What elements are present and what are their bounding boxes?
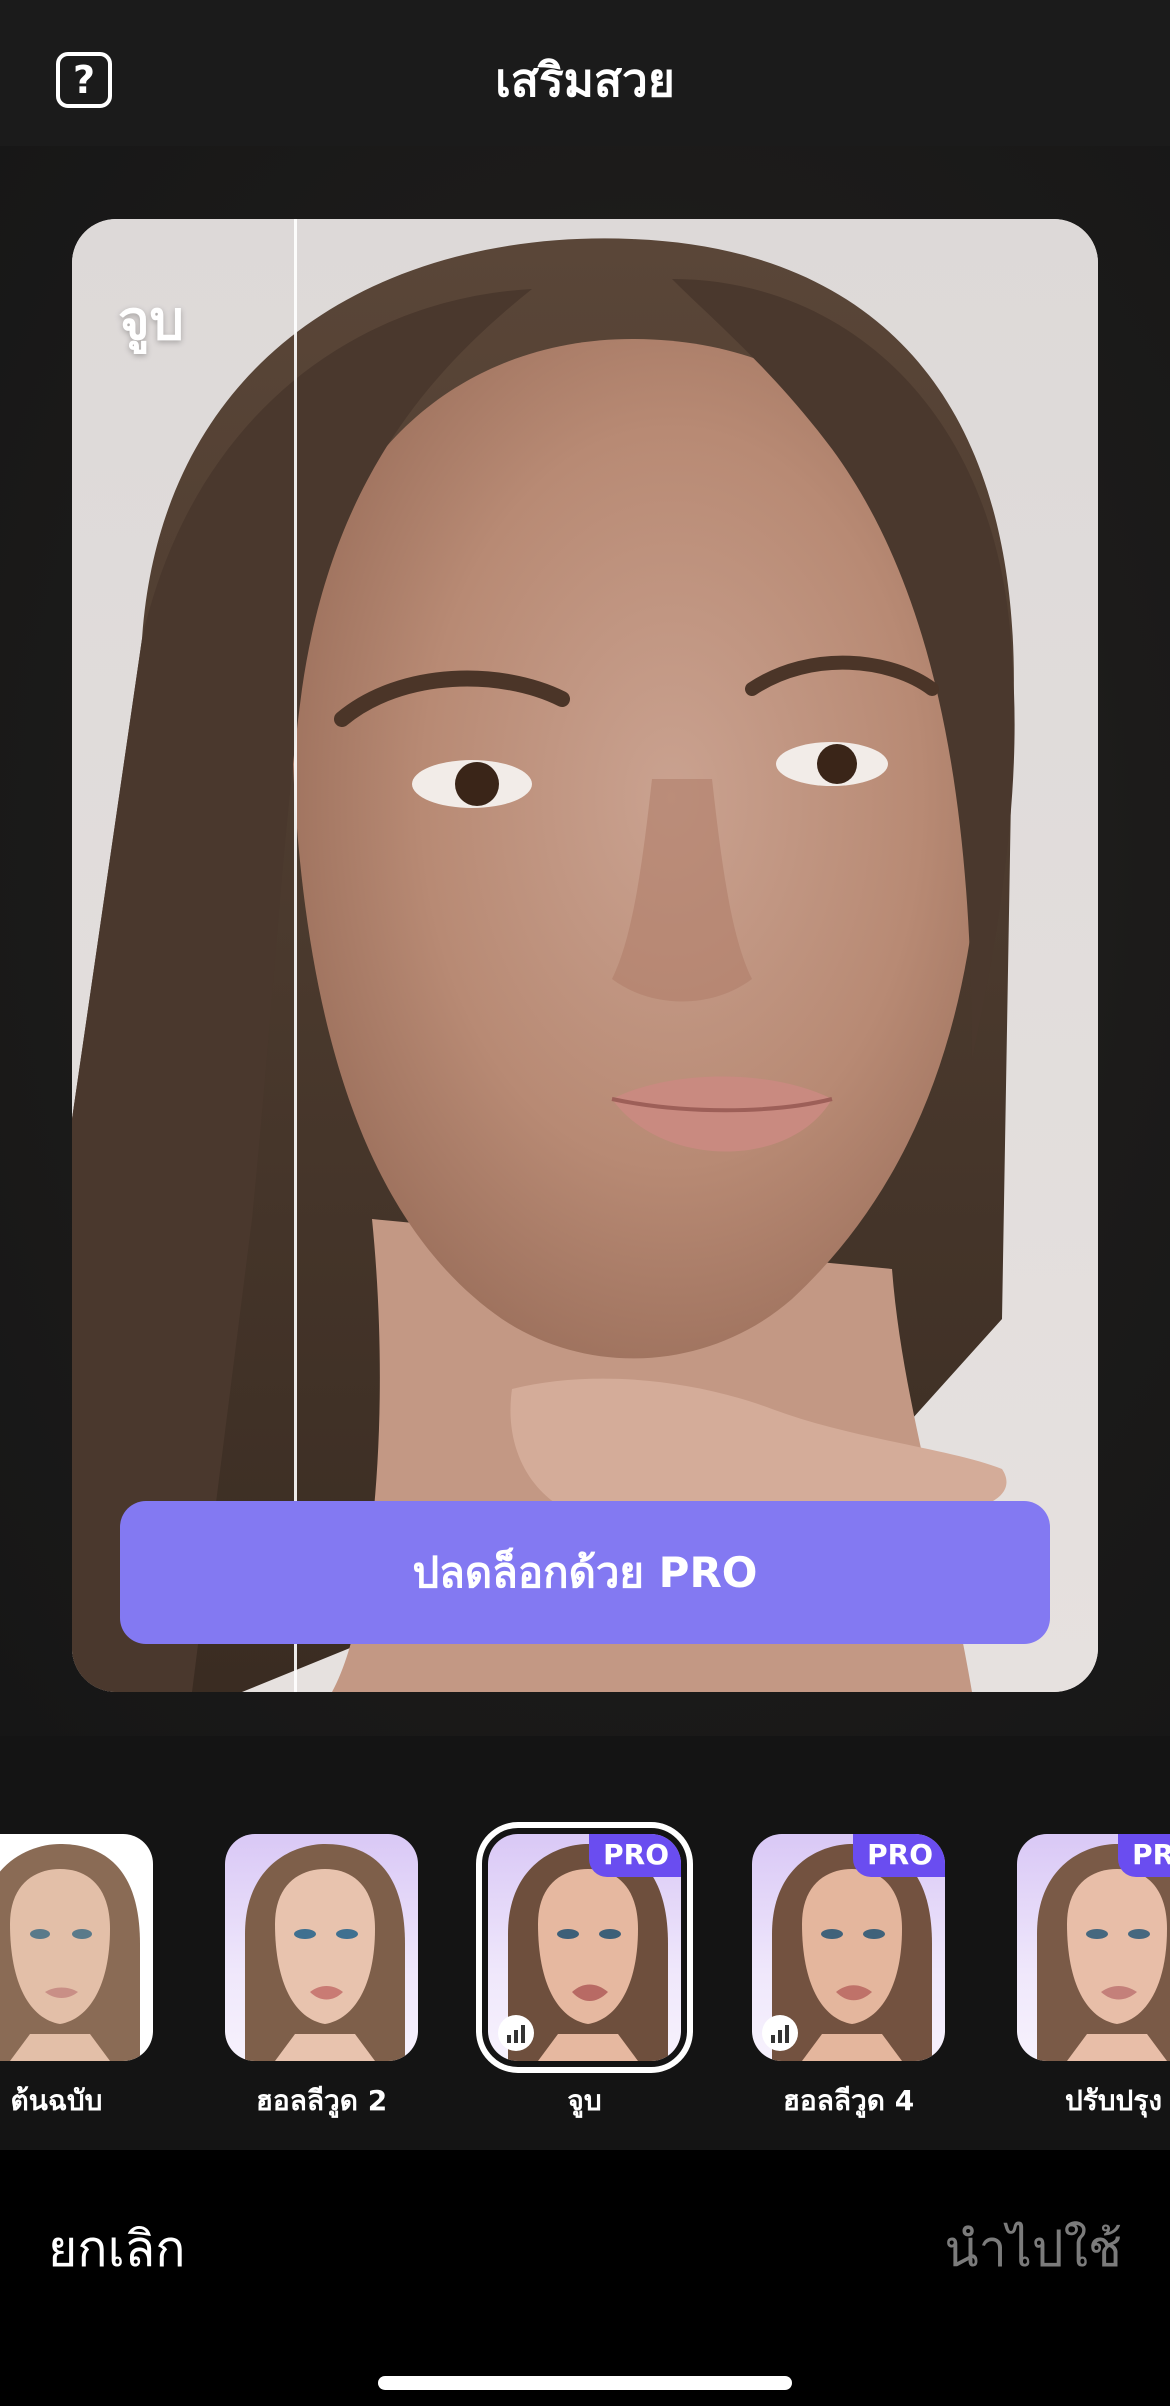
apply-button[interactable]: นำไปใช้ (945, 2210, 1123, 2289)
page-title: เสริมสวย (495, 53, 675, 107)
home-indicator[interactable] (378, 2376, 792, 2390)
preset-item[interactable]: ต้นฉบับ (0, 1834, 153, 2123)
face-photo (72, 219, 1098, 1692)
strength-bars-icon[interactable] (762, 2015, 798, 2051)
preset-name: ฮอลลีวูด 4 (782, 2084, 915, 2117)
preset-thumbnail: PRO (752, 1834, 945, 2061)
preset-name: ต้นฉบับ (10, 2084, 103, 2117)
current-preset-label: จูบ (118, 289, 184, 352)
preset-item[interactable]: PRO ฮอลลีวูด 4 (752, 1834, 945, 2123)
pro-badge: PRO (1118, 1834, 1170, 1877)
photo-preview[interactable]: จูบ ปลดล็อกด้วย PRO (72, 219, 1098, 1692)
preset-carousel[interactable]: ต้นฉบับ ฮอลลีวูด 2 PRO จูบ PRO ฮอลลีวูด … (0, 1790, 1170, 2150)
preset-thumbnail: PRO (476, 1822, 693, 2073)
preset-thumbnail (0, 1834, 153, 2061)
preset-item[interactable]: PRO ปรับปรุง (1017, 1834, 1170, 2123)
compare-divider[interactable] (294, 219, 297, 1692)
strength-bars-icon[interactable] (498, 2015, 534, 2051)
preset-thumbnail: PRO (1017, 1834, 1170, 2061)
preset-name: ฮอลลีวูด 2 (255, 2084, 388, 2117)
unlock-pro-button[interactable]: ปลดล็อกด้วย PRO (120, 1501, 1050, 1644)
preset-item[interactable]: ฮอลลีวูด 2 (225, 1834, 418, 2123)
pro-badge: PRO (853, 1834, 945, 1877)
preset-name: จูบ (567, 2084, 602, 2117)
bottom-action-bar: ยกเลิก นำไปใช้ (0, 2150, 1170, 2406)
preset-thumbnail (225, 1834, 418, 2061)
pro-badge: PRO (589, 1834, 681, 1877)
top-bar: ? เสริมสวย (0, 0, 1170, 146)
cancel-button[interactable]: ยกเลิก (48, 2210, 186, 2289)
preset-item-selected[interactable]: PRO จูบ (476, 1822, 693, 2123)
preset-name: ปรับปรุง (1064, 2084, 1163, 2117)
